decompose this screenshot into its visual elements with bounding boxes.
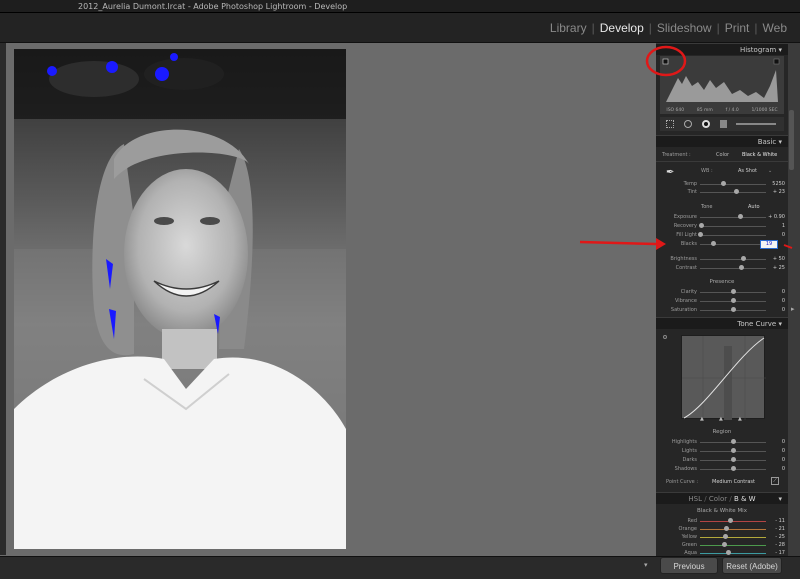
annotation-overlay	[579, 45, 793, 250]
annotation-arrow-head	[656, 238, 666, 250]
annotation-dash	[783, 244, 793, 249]
annotation-circle	[645, 45, 687, 77]
annotation-arrow-line	[579, 240, 657, 246]
